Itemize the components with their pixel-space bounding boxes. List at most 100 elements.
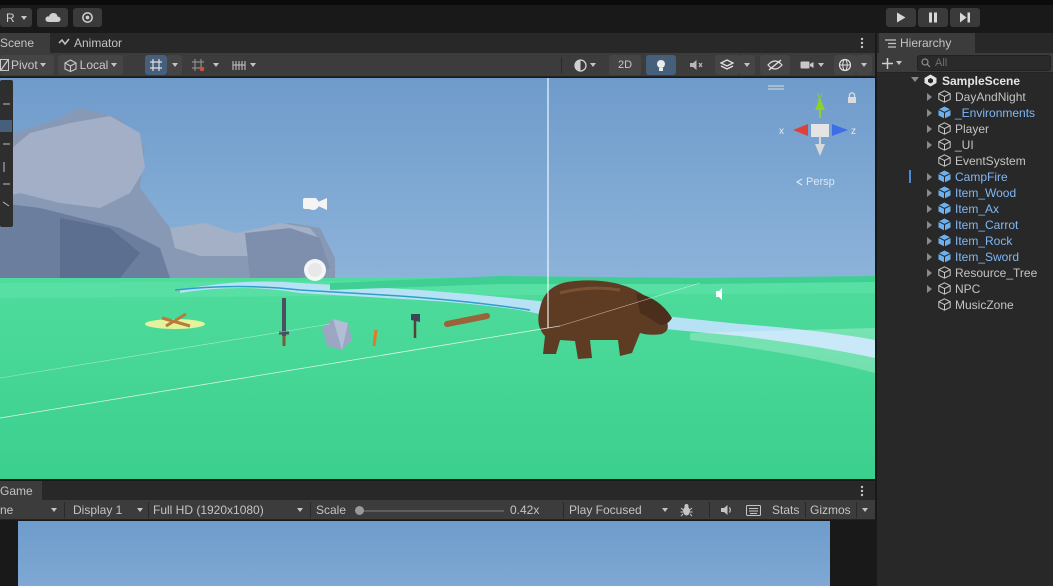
hierarchy-item[interactable]: Item_Ax	[877, 201, 1053, 217]
expand-arrow-icon[interactable]	[927, 237, 932, 245]
hierarchy-item[interactable]: Item_Carrot	[877, 217, 1053, 233]
search-icon	[921, 58, 931, 68]
play-mode-dropdown[interactable]: Play Focused	[569, 500, 674, 520]
gizmos-toggle[interactable]	[834, 55, 856, 75]
effects-toggle[interactable]	[715, 55, 739, 75]
scale-value: 0.42x	[510, 503, 540, 517]
hierarchy-item[interactable]: Player	[877, 121, 1053, 137]
services-button[interactable]	[73, 8, 102, 27]
step-button[interactable]	[950, 8, 980, 27]
hierarchy-item-label: CampFire	[955, 170, 1008, 184]
mute-audio-toggle[interactable]	[720, 500, 736, 520]
game-panel-menu-icon[interactable]	[859, 485, 865, 497]
scene-viewport[interactable]: y x z Persp	[0, 78, 875, 479]
gameobject-cube-icon	[938, 122, 951, 135]
expand-arrow-icon[interactable]	[927, 253, 932, 261]
shading-mode-dropdown[interactable]	[566, 55, 603, 75]
hierarchy-item[interactable]: _UI	[877, 137, 1053, 153]
scene-root-row[interactable]: SampleScene	[877, 73, 1053, 89]
tab-game[interactable]: Game	[0, 481, 42, 501]
prefab-cube-icon	[938, 234, 951, 247]
expand-arrow-icon[interactable]	[927, 141, 932, 149]
gameobject-cube-icon	[938, 282, 951, 295]
hierarchy-item[interactable]: Item_Sword	[877, 249, 1053, 265]
game-mode-dropdown[interactable]: ne	[0, 500, 62, 520]
hierarchy-item[interactable]: DayAndNight	[877, 89, 1053, 105]
gizmo-z-label: z	[851, 126, 856, 137]
hierarchy-item-label: MusicZone	[955, 298, 1014, 312]
game-view[interactable]	[0, 521, 875, 586]
frame-debugger-toggle[interactable]	[680, 500, 696, 520]
local-cube-icon	[64, 58, 77, 72]
resolution-dropdown[interactable]: Full HD (1920x1080)	[153, 500, 308, 520]
expand-arrow-icon[interactable]	[927, 221, 932, 229]
lighting-toggle[interactable]	[646, 55, 676, 75]
cloud-button[interactable]	[37, 8, 68, 27]
expand-arrow-icon[interactable]	[927, 109, 932, 117]
toggle-2d-button[interactable]: 2D	[609, 55, 641, 75]
hierarchy-item[interactable]: _Environments	[877, 105, 1053, 121]
snap-settings-dropdown[interactable]	[227, 55, 261, 75]
gizmos-chevron-down-icon[interactable]	[862, 508, 868, 512]
expand-arrow-icon[interactable]	[927, 285, 932, 293]
chevron-down-icon	[111, 63, 118, 67]
expand-arrow-icon[interactable]	[927, 269, 932, 277]
gizmo-x-label: x	[779, 126, 784, 137]
tools-overlay[interactable]	[0, 80, 13, 227]
scale-slider-thumb[interactable]	[355, 506, 365, 515]
scene-panel-menu-icon[interactable]	[859, 37, 865, 49]
create-dropdown[interactable]	[882, 55, 910, 71]
gizmos-button[interactable]: Gizmos	[810, 500, 851, 520]
increment-snap-toggle[interactable]	[187, 55, 209, 75]
gameobject-cube-icon	[938, 266, 951, 279]
hierarchy-item[interactable]: MusicZone	[877, 297, 1053, 313]
hierarchy-item[interactable]: Resource_Tree	[877, 265, 1053, 281]
tab-scene[interactable]: Scene	[0, 33, 50, 53]
hierarchy-item[interactable]: Item_Rock	[877, 233, 1053, 249]
play-button[interactable]	[886, 8, 916, 27]
chevron-down-icon	[861, 63, 867, 67]
audio-toggle[interactable]	[681, 55, 711, 75]
hierarchy-item[interactable]: Item_Wood	[877, 185, 1053, 201]
effects-layers-icon	[720, 59, 734, 70]
grid-snapping-toggle[interactable]	[145, 55, 167, 75]
account-dropdown[interactable]: R	[0, 8, 32, 27]
grid-snap-icon	[150, 59, 162, 71]
hierarchy-item[interactable]: CampFire	[877, 169, 1053, 185]
increment-snap-dropdown[interactable]	[209, 55, 223, 75]
step-icon	[960, 12, 970, 23]
effects-dropdown[interactable]	[739, 55, 755, 75]
expand-arrow-icon[interactable]	[927, 93, 932, 101]
chevron-down-icon	[250, 63, 256, 67]
camera-settings-dropdown[interactable]	[794, 55, 830, 75]
hidden-objects-toggle[interactable]	[760, 55, 790, 75]
scale-slider-track[interactable]	[357, 510, 504, 512]
tab-animator[interactable]: Animator	[58, 33, 122, 53]
keyboard-shortcuts-toggle[interactable]	[746, 500, 762, 520]
gizmos-dropdown[interactable]	[856, 55, 872, 75]
hierarchy-tab-bar: Hierarchy	[877, 33, 1053, 53]
gameobject-cube-icon	[938, 138, 951, 151]
hierarchy-item[interactable]: NPC	[877, 281, 1053, 297]
game-toolbar: ne Display 1 Full HD (1920x1080) Scale 0…	[0, 500, 875, 520]
pause-button[interactable]	[918, 8, 948, 27]
display-dropdown[interactable]: Display 1	[73, 500, 147, 520]
hierarchy-item[interactable]: EventSystem	[877, 153, 1053, 169]
stats-button[interactable]: Stats	[772, 500, 799, 520]
eye-slash-icon	[767, 59, 783, 71]
lightbulb-icon	[657, 59, 665, 71]
expand-arrow-icon[interactable]	[911, 77, 919, 82]
expand-arrow-icon[interactable]	[927, 173, 932, 181]
scene-toolbar: Pivot Local 2D	[0, 53, 875, 77]
tab-scene-label: Scene	[0, 36, 35, 50]
pivot-dropdown[interactable]: Pivot	[0, 55, 54, 75]
persp-label[interactable]: Persp	[806, 176, 835, 188]
expand-arrow-icon[interactable]	[927, 125, 932, 133]
chevron-down-icon	[589, 63, 596, 67]
hierarchy-search-input[interactable]: All	[917, 55, 1051, 71]
local-dropdown[interactable]: Local	[58, 55, 123, 75]
expand-arrow-icon[interactable]	[927, 205, 932, 213]
grid-snapping-dropdown[interactable]	[167, 55, 182, 75]
expand-arrow-icon[interactable]	[927, 189, 932, 197]
tab-hierarchy[interactable]: Hierarchy	[879, 33, 975, 53]
